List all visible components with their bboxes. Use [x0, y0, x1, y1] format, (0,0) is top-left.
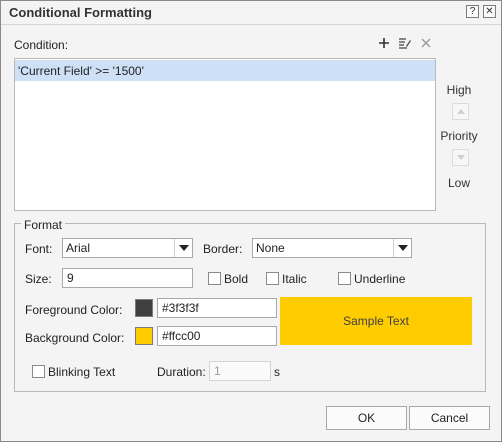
add-condition-button[interactable] [375, 34, 393, 52]
chevron-down-icon[interactable] [393, 239, 411, 257]
conditional-formatting-dialog: Conditional Formatting ? ✕ Condition: 'C… [0, 0, 502, 442]
priority-down-button[interactable] [452, 149, 469, 166]
font-select-value: Arial [66, 241, 91, 255]
duration-unit: s [274, 365, 280, 379]
priority-low-label: Low [447, 176, 470, 190]
delete-condition-button[interactable] [417, 34, 435, 52]
background-color-label: Background Color: [25, 331, 125, 345]
underline-checkbox[interactable] [338, 272, 351, 285]
foreground-color-label: Foreground Color: [25, 303, 123, 317]
condition-label: Condition: [14, 38, 69, 52]
duration-input[interactable]: 1 [209, 361, 271, 381]
cancel-button[interactable]: Cancel [409, 406, 490, 430]
close-button[interactable]: ✕ [483, 5, 496, 18]
help-button[interactable]: ? [466, 5, 479, 18]
arrow-down-icon [456, 155, 465, 160]
font-label: Font: [25, 242, 53, 256]
priority-label: Priority [440, 129, 478, 143]
size-input[interactable]: 9 [62, 268, 193, 288]
font-select[interactable]: Arial [62, 238, 193, 258]
background-color-swatch[interactable] [135, 327, 153, 345]
delete-icon [421, 38, 431, 48]
underline-label: Underline [354, 272, 406, 286]
arrow-up-icon [456, 109, 465, 114]
bold-label: Bold [224, 272, 249, 286]
title-bar: Conditional Formatting ? ✕ [1, 1, 501, 25]
border-select-value: None [256, 241, 285, 255]
italic-checkbox[interactable] [266, 272, 279, 285]
border-select[interactable]: None [252, 238, 412, 258]
blinking-text-checkbox[interactable] [32, 365, 45, 378]
edit-icon [399, 38, 411, 49]
foreground-color-swatch[interactable] [135, 299, 153, 317]
blinking-text-label: Blinking Text [48, 365, 116, 379]
condition-list[interactable]: 'Current Field' >= '1500' [14, 58, 436, 211]
priority-up-button[interactable] [452, 103, 469, 120]
add-icon [379, 38, 389, 48]
edit-condition-button[interactable] [396, 34, 414, 52]
foreground-color-input[interactable]: #3f3f3f [157, 298, 277, 318]
chevron-down-icon[interactable] [174, 239, 192, 257]
border-label: Border: [203, 242, 243, 256]
italic-label: Italic [282, 272, 307, 286]
duration-label: Duration: [157, 365, 206, 379]
bold-checkbox[interactable] [208, 272, 221, 285]
ok-button[interactable]: OK [326, 406, 407, 430]
format-legend: Format [21, 218, 66, 232]
sample-text-preview: Sample Text [280, 297, 472, 345]
background-color-input[interactable]: #ffcc00 [157, 326, 277, 346]
priority-high-label: High [446, 83, 472, 97]
condition-row[interactable]: 'Current Field' >= '1500' [15, 60, 435, 81]
size-label: Size: [25, 272, 52, 286]
dialog-title: Conditional Formatting [9, 5, 152, 20]
